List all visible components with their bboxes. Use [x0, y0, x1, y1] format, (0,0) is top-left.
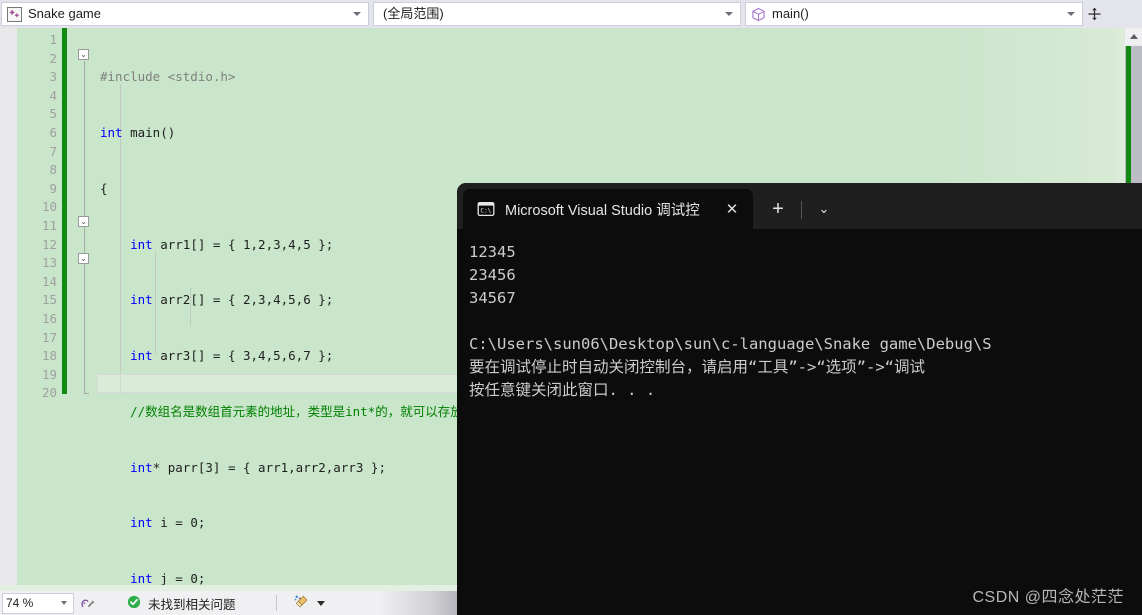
chevron-down-icon[interactable] [58, 601, 70, 605]
line-number: 16 [41, 310, 57, 326]
line-number: 13 [41, 255, 57, 271]
line-number-gutter: 1 2 3 4 5 6 7 8 9 10 11 12 13 14 15 16 17 18 19 20 [17, 31, 57, 403]
console-line: 34567 [469, 289, 516, 307]
console-titlebar[interactable]: C:\ Microsoft Visual Studio 调试控 ✕ + ⌄ [457, 183, 1142, 229]
fold-guide-main-end [83, 393, 89, 394]
scrollbar-change-marker [1126, 46, 1131, 206]
status-bar-gradient-edge [380, 591, 457, 615]
fold-toggle-outer-for[interactable]: ⌄ [78, 216, 89, 227]
scope-selector-combobox[interactable]: (全局范围) [373, 2, 741, 26]
line-number: 18 [41, 348, 57, 364]
chevron-down-icon[interactable] [316, 600, 325, 606]
member-selector-label: main() [772, 6, 809, 21]
line-number: 3 [49, 69, 57, 85]
console-line: 要在调试停止时自动关闭控制台，请启用“工具”->“选项”->“调试 [469, 358, 925, 376]
console-line: 12345 [469, 243, 516, 261]
line-number: 10 [41, 199, 57, 215]
code-line-2: int main() [100, 124, 176, 140]
issue-status-text: 未找到相关问题 [148, 597, 236, 612]
editor-selection-margin [0, 28, 17, 591]
console-line: 按任意键关闭此窗口. . . [469, 381, 656, 399]
broom-icon [293, 594, 310, 613]
fold-guide-main [83, 61, 85, 393]
code-cleanup-button[interactable] [293, 594, 325, 613]
console-line: 23456 [469, 266, 516, 284]
scope-selector-label: (全局范围) [383, 6, 444, 21]
scroll-up-arrow-icon[interactable] [1125, 28, 1142, 45]
chevron-down-icon[interactable]: ⌄ [808, 189, 840, 229]
outlining-margin[interactable]: ⌄ ⌄ ⌄ [74, 28, 96, 591]
line-number: 6 [49, 124, 57, 140]
console-tab-title: Microsoft Visual Studio 调试控 [505, 202, 700, 219]
line-number: 1 [49, 32, 57, 47]
project-selector-combobox[interactable]: Snake game [1, 2, 369, 26]
split-window-icon[interactable] [1083, 0, 1105, 28]
line-number: 15 [41, 292, 57, 308]
debug-console-window[interactable]: C:\ Microsoft Visual Studio 调试控 ✕ + ⌄ 12… [457, 183, 1142, 615]
visual-studio-window: Snake game (全局范围) main() 1 2 3 4 5 6 7 8… [0, 0, 1142, 615]
console-line: C:\Users\sun06\Desktop\sun\c-language\Sn… [469, 335, 992, 353]
member-selector-combobox[interactable]: main() [745, 2, 1083, 26]
code-line-1: #include <stdio.h> [100, 69, 236, 85]
check-circle-icon [127, 595, 141, 612]
line-number: 4 [49, 87, 57, 103]
close-icon[interactable]: ✕ [719, 196, 745, 222]
issue-status[interactable]: 未找到相关问题 [127, 594, 236, 613]
line-number: 2 [49, 50, 57, 66]
chevron-down-icon[interactable] [1064, 4, 1078, 24]
change-indicator-bar [62, 28, 67, 394]
titlebar-divider [801, 201, 802, 219]
spell-check-icon[interactable] [77, 593, 99, 613]
line-number: 5 [49, 106, 57, 122]
chevron-down-icon[interactable] [350, 4, 364, 24]
console-cmd-icon: C:\ [477, 200, 495, 218]
line-number: 8 [49, 162, 57, 178]
line-number: 12 [41, 236, 57, 252]
cpp-project-icon [6, 6, 23, 23]
line-number: 7 [49, 143, 57, 159]
new-tab-button[interactable]: + [761, 189, 795, 229]
chevron-down-icon[interactable] [722, 4, 736, 24]
line-number: 9 [49, 180, 57, 196]
editor-navigation-bar: Snake game (全局范围) main() [0, 0, 1142, 28]
fold-toggle-main[interactable]: ⌄ [78, 49, 89, 60]
zoom-level-value: 74 % [6, 596, 34, 610]
console-output[interactable]: 12345 23456 34567 C:\Users\sun06\Desktop\s… [457, 229, 1142, 615]
status-divider [275, 595, 277, 611]
console-tab[interactable]: C:\ Microsoft Visual Studio 调试控 ✕ [463, 189, 753, 229]
project-selector-label: Snake game [28, 6, 101, 21]
fold-toggle-inner-for[interactable]: ⌄ [78, 253, 89, 264]
zoom-level-combobox[interactable]: 74 % [2, 592, 74, 614]
method-cube-icon [750, 6, 767, 23]
line-number: 19 [41, 366, 57, 382]
line-number: 11 [41, 217, 57, 233]
line-number: 14 [41, 273, 57, 289]
svg-text:C:\: C:\ [480, 208, 491, 215]
line-number: 20 [41, 385, 57, 401]
line-number: 17 [41, 329, 57, 345]
